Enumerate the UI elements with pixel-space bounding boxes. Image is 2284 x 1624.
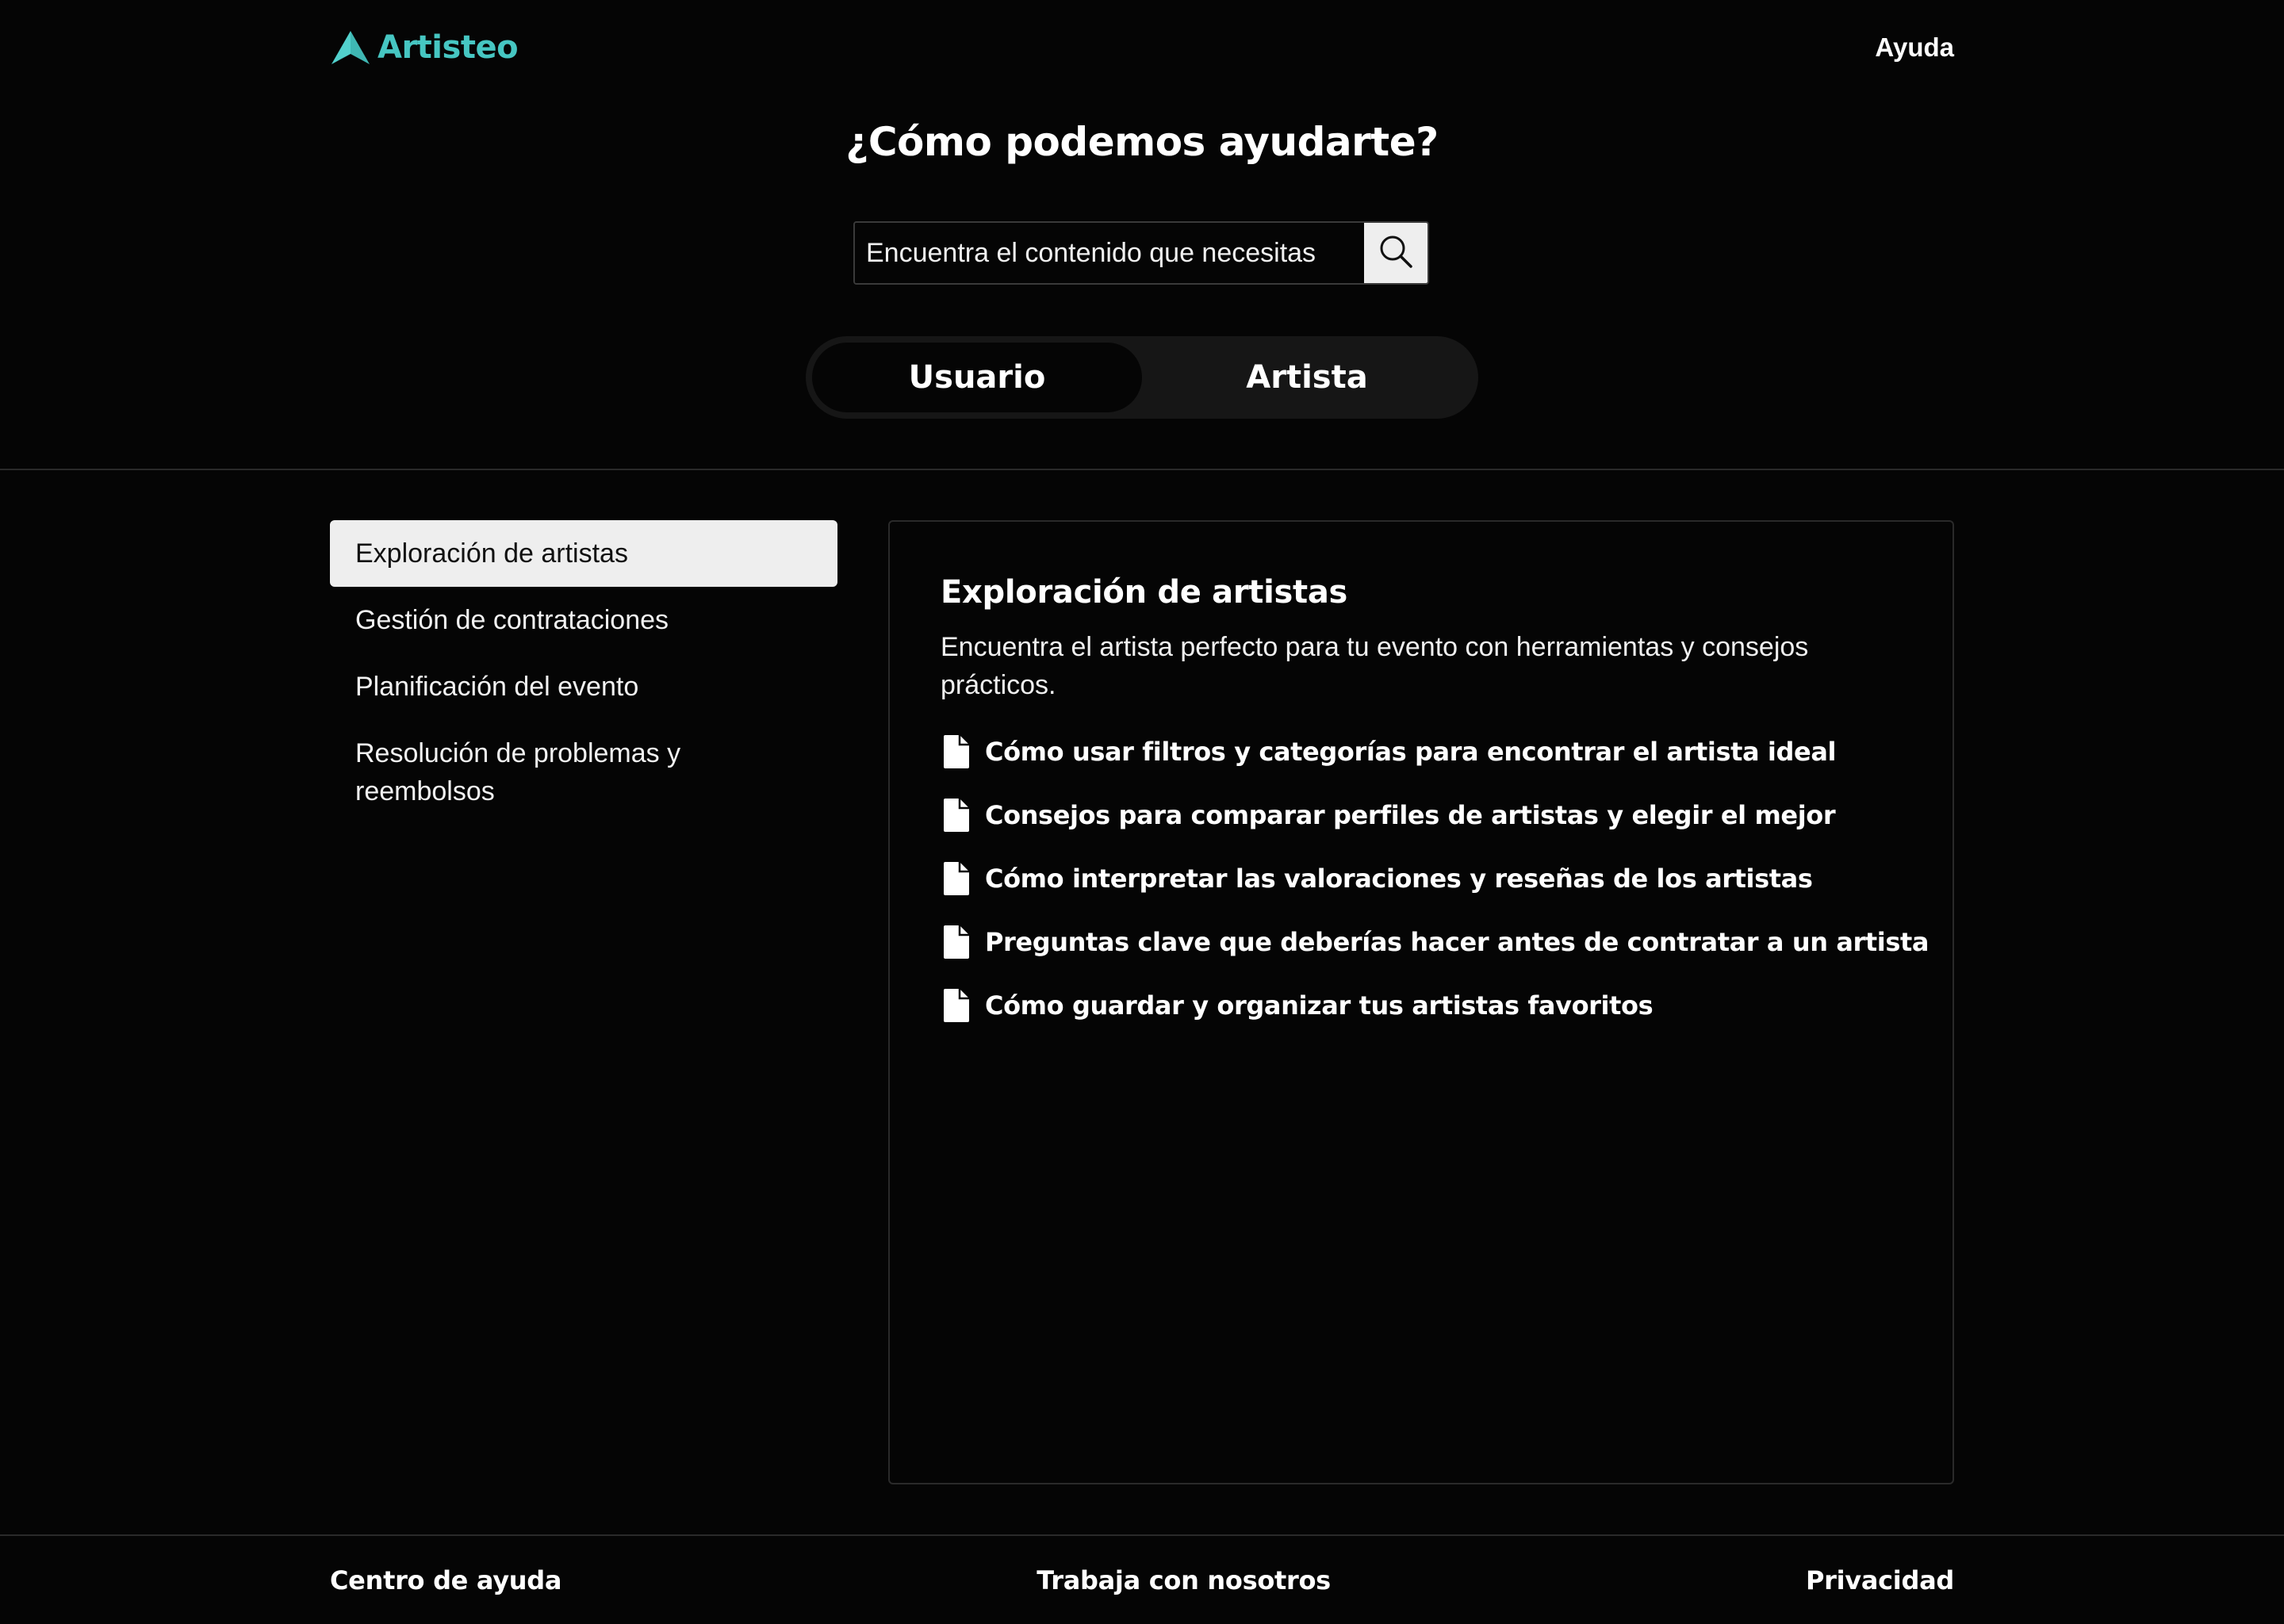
document-icon (941, 733, 972, 771)
document-icon (941, 860, 972, 898)
search-icon (1378, 233, 1414, 274)
article-link[interactable]: Consejos para comparar perfiles de artis… (941, 783, 1902, 847)
search-input[interactable] (855, 223, 1364, 283)
sidebar-item-resolucion[interactable]: Resolución de problemas y reembolsos (330, 720, 837, 825)
article-link[interactable]: Preguntas clave que deberías hacer antes… (941, 910, 1930, 974)
header-divider (0, 469, 2284, 470)
article-label: Cómo interpretar las valoraciones y rese… (985, 864, 1813, 894)
article-list: Cómo usar filtros y categorías para enco… (941, 720, 1930, 1037)
article-link[interactable]: Cómo usar filtros y categorías para enco… (941, 720, 1902, 783)
sidebar-item-gestion[interactable]: Gestión de contrataciones (330, 587, 837, 653)
document-icon (941, 796, 972, 834)
sidebar-item-planificacion[interactable]: Planificación del evento (330, 653, 837, 720)
article-link[interactable]: Cómo interpretar las valoraciones y rese… (941, 847, 1902, 910)
audience-toggle: Usuario Artista (806, 336, 1478, 419)
page-title: ¿Cómo podemos ayudarte? (845, 119, 1439, 165)
footer-divider (0, 1534, 2284, 1536)
article-label: Cómo guardar y organizar tus artistas fa… (985, 990, 1654, 1021)
sidebar-item-exploracion[interactable]: Exploración de artistas (330, 520, 837, 587)
footer: Centro de ayuda Trabaja con nosotros Pri… (330, 1561, 1954, 1600)
category-sidebar: Exploración de artistas Gestión de contr… (330, 520, 837, 825)
search-bar (853, 221, 1429, 285)
article-link[interactable]: Cómo guardar y organizar tus artistas fa… (941, 974, 1902, 1037)
footer-link-trabaja-con-nosotros[interactable]: Trabaja con nosotros (1037, 1565, 1331, 1595)
section-title: Exploración de artistas (941, 574, 1348, 611)
toggle-option-usuario[interactable]: Usuario (812, 343, 1142, 412)
search-button[interactable] (1364, 223, 1428, 283)
document-icon (941, 986, 972, 1025)
article-label: Cómo usar filtros y categorías para enco… (985, 737, 1837, 767)
content-panel: Exploración de artistas Encuentra el art… (888, 520, 1954, 1484)
footer-link-privacidad[interactable]: Privacidad (1806, 1565, 1954, 1595)
footer-link-centro-de-ayuda[interactable]: Centro de ayuda (330, 1565, 561, 1595)
top-bar: Artisteo Ayuda (330, 24, 1954, 71)
help-link[interactable]: Ayuda (1875, 33, 1954, 63)
section-description: Encuentra el artista perfecto para tu ev… (941, 632, 1809, 700)
document-icon (941, 923, 972, 961)
brand-logo[interactable]: Artisteo (330, 29, 519, 66)
article-label: Preguntas clave que deberías hacer antes… (985, 927, 1930, 957)
artisteo-logo-icon (330, 29, 371, 66)
toggle-option-artista[interactable]: Artista (1142, 343, 1472, 412)
brand-name: Artisteo (377, 29, 519, 66)
article-label: Consejos para comparar perfiles de artis… (985, 800, 1836, 830)
